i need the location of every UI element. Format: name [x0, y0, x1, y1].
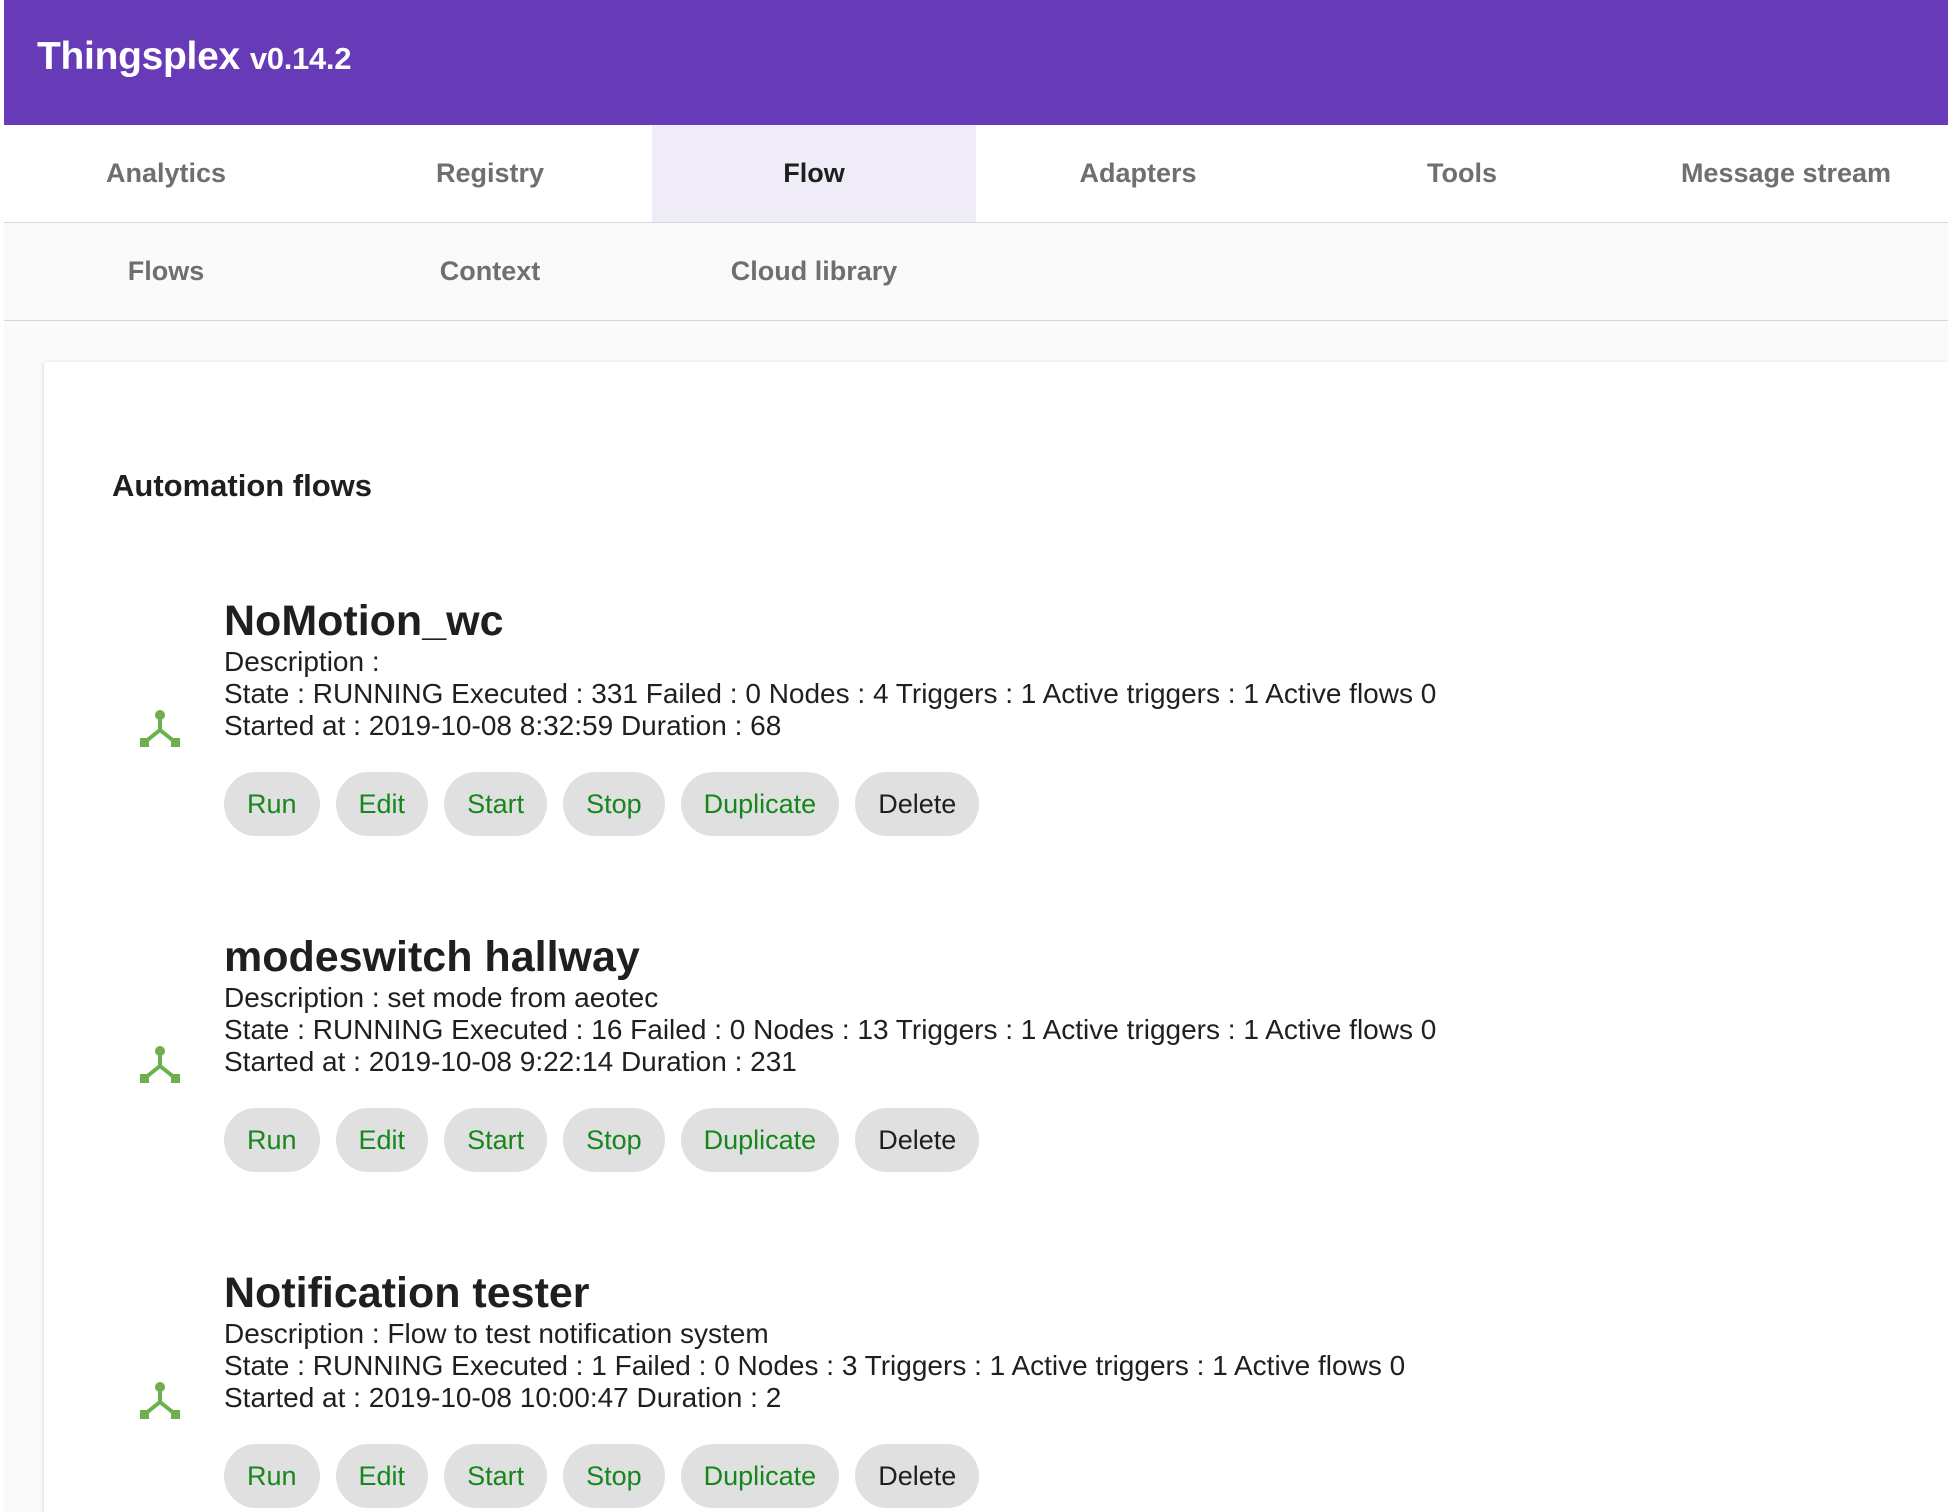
subtab-context[interactable]: Context	[328, 223, 652, 320]
tab-registry[interactable]: Registry	[328, 125, 652, 222]
flow-description: Description : set mode from aeotec	[224, 982, 659, 1013]
tab-analytics[interactable]: Analytics	[4, 125, 328, 222]
start-button[interactable]: Start	[444, 1444, 548, 1508]
flow-state: State : RUNNING Executed : 331 Failed : …	[224, 678, 1437, 709]
flow-actions: Run Edit Start Stop Duplicate Delete	[224, 1108, 1874, 1172]
flow-name: NoMotion_wc	[224, 597, 504, 645]
delete-button[interactable]: Delete	[855, 1444, 980, 1508]
run-button[interactable]: Run	[224, 772, 320, 836]
flow-list-item: NoMotion_wc Description : State : RUNNIN…	[44, 596, 1944, 896]
top-app-bar: Thingsplex v0.14.2	[4, 0, 1948, 125]
stop-button[interactable]: Stop	[563, 1444, 665, 1508]
flow-list-item: Notification tester Description : Flow t…	[44, 1268, 1944, 1512]
flow-details: Notification tester Description : Flow t…	[224, 1268, 1874, 1508]
sub-tab-bar: Flows Context Cloud library	[4, 223, 1948, 321]
flow-name: modeswitch hallway	[224, 933, 640, 981]
subtab-cloud-library[interactable]: Cloud library	[652, 223, 976, 320]
run-button[interactable]: Run	[224, 1108, 320, 1172]
app-brand: Thingsplex v0.14.2	[37, 35, 352, 79]
flow-description: Description :	[224, 646, 380, 677]
start-button[interactable]: Start	[444, 772, 548, 836]
run-button[interactable]: Run	[224, 1444, 320, 1508]
flow-description: Description : Flow to test notification …	[224, 1318, 769, 1349]
stop-button[interactable]: Stop	[563, 772, 665, 836]
tab-tools[interactable]: Tools	[1300, 125, 1624, 222]
stop-button[interactable]: Stop	[563, 1108, 665, 1172]
duplicate-button[interactable]: Duplicate	[680, 772, 840, 836]
app-version: v0.14.2	[249, 41, 352, 76]
flow-started: Started at : 2019-10-08 9:22:14 Duration…	[224, 1046, 797, 1077]
flow-details: NoMotion_wc Description : State : RUNNIN…	[224, 596, 1874, 836]
flow-actions: Run Edit Start Stop Duplicate Delete	[224, 772, 1874, 836]
flow-started: Started at : 2019-10-08 10:00:47 Duratio…	[224, 1382, 782, 1413]
flow-state: State : RUNNING Executed : 16 Failed : 0…	[224, 1014, 1437, 1045]
tab-message-stream[interactable]: Message stream	[1624, 125, 1948, 222]
duplicate-button[interactable]: Duplicate	[680, 1108, 840, 1172]
app-title: Thingsplex	[37, 35, 240, 78]
duplicate-button[interactable]: Duplicate	[680, 1444, 840, 1508]
section-title: Automation flows	[112, 467, 373, 503]
flow-started: Started at : 2019-10-08 8:32:59 Duration…	[224, 710, 782, 741]
flow-icon	[140, 710, 180, 747]
app-root: Thingsplex v0.14.2 Analytics Registry Flo…	[4, 0, 1948, 1512]
flow-details: modeswitch hallway Description : set mod…	[224, 932, 1874, 1172]
flow-icon	[140, 1046, 180, 1083]
flow-actions: Run Edit Start Stop Duplicate Delete	[224, 1444, 1874, 1508]
start-button[interactable]: Start	[444, 1108, 548, 1172]
delete-button[interactable]: Delete	[855, 772, 980, 836]
edit-button[interactable]: Edit	[335, 1444, 429, 1508]
delete-button[interactable]: Delete	[855, 1108, 980, 1172]
flow-icon	[140, 1382, 180, 1419]
main-tab-bar: Analytics Registry Flow Adapters Tools M…	[4, 125, 1948, 223]
edit-button[interactable]: Edit	[335, 772, 429, 836]
tab-adapters[interactable]: Adapters	[976, 125, 1300, 222]
flow-list-item: modeswitch hallway Description : set mod…	[44, 932, 1944, 1232]
flow-state: State : RUNNING Executed : 1 Failed : 0 …	[224, 1350, 1406, 1381]
tab-flow[interactable]: Flow	[652, 125, 976, 222]
automation-flows-card: Automation flows NoMotion_wc Description…	[44, 362, 1948, 1512]
subtab-flows[interactable]: Flows	[4, 223, 328, 320]
flow-name: Notification tester	[224, 1269, 590, 1317]
edit-button[interactable]: Edit	[335, 1108, 429, 1172]
